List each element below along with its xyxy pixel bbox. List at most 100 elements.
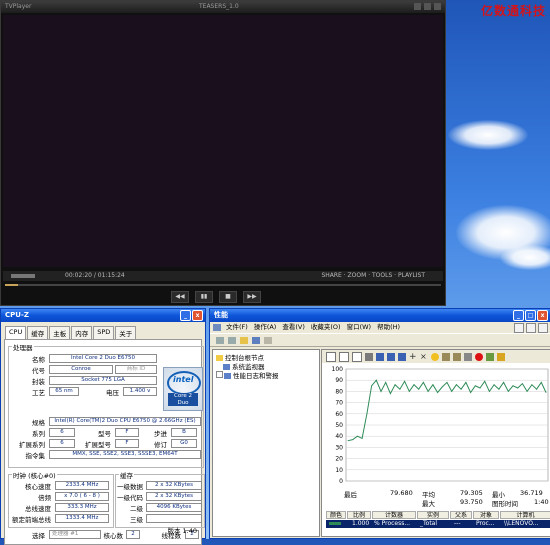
legend-computer: \\LENOVO... bbox=[504, 520, 539, 527]
cpuz-titlebar[interactable]: CPU-Z _ x bbox=[1, 309, 205, 322]
view-histogram-icon[interactable] bbox=[387, 352, 395, 361]
new-counter-set-icon[interactable] bbox=[326, 351, 336, 362]
player-window-controls bbox=[414, 3, 441, 10]
minimize-button[interactable] bbox=[414, 3, 421, 10]
close-button[interactable]: x bbox=[192, 310, 203, 321]
legend-object: Proc... bbox=[476, 520, 495, 527]
view-log-data-icon[interactable] bbox=[365, 352, 373, 361]
data-point bbox=[371, 385, 372, 387]
data-point bbox=[423, 382, 424, 383]
view-report-icon[interactable] bbox=[398, 352, 406, 361]
back-icon[interactable] bbox=[216, 336, 224, 344]
tab-spd[interactable]: SPD bbox=[93, 326, 115, 339]
data-point bbox=[456, 384, 457, 386]
maximize-button[interactable]: □ bbox=[525, 310, 536, 321]
data-point bbox=[536, 388, 537, 390]
help-icon[interactable] bbox=[497, 352, 505, 361]
menu-file[interactable]: 文件(F) bbox=[226, 322, 248, 333]
cache-group-label: 缓存 bbox=[119, 470, 134, 480]
volume-slider[interactable] bbox=[11, 274, 35, 278]
cpuz-window: CPU-Z _ x CPU 缓存 主板 内存 SPD 关于 处理器 名称 Int… bbox=[0, 308, 206, 545]
model-label: 型号 bbox=[98, 430, 111, 438]
copy-properties-icon[interactable] bbox=[442, 352, 450, 361]
legend-row[interactable]: 1.000 % Process... _Total --- Proc... \\… bbox=[326, 520, 550, 528]
freeze-display-icon[interactable] bbox=[475, 352, 483, 361]
data-point bbox=[526, 391, 528, 392]
child-minimize-button[interactable] bbox=[514, 323, 524, 333]
up-icon[interactable] bbox=[240, 336, 248, 344]
clear-display-icon[interactable] bbox=[339, 351, 349, 362]
tab-cpu[interactable]: CPU bbox=[5, 326, 27, 339]
delete-counter-icon[interactable]: × bbox=[420, 352, 428, 361]
legend-header-color[interactable]: 颜色 bbox=[326, 511, 346, 519]
app-menu-icon[interactable] bbox=[213, 324, 221, 331]
tab-memory[interactable]: 内存 bbox=[71, 326, 93, 339]
ext-family-value: 6 bbox=[49, 439, 75, 448]
video-area[interactable] bbox=[3, 15, 443, 267]
next-icon[interactable]: ▶▶ bbox=[243, 291, 261, 303]
legend-header-object[interactable]: 对象 bbox=[473, 511, 499, 519]
paste-counter-list-icon[interactable] bbox=[453, 352, 461, 361]
player-menu-links[interactable]: SHARE · ZOOM · TOOLS · PLAYLIST bbox=[321, 271, 425, 281]
l2-label: 二级 bbox=[130, 505, 143, 513]
spec-value: Intel(R) Core(TM)2 Duo CPU E6750 @ 2.66G… bbox=[49, 417, 201, 426]
desktop-cloud bbox=[448, 120, 528, 150]
minimize-button[interactable]: _ bbox=[180, 310, 191, 321]
tree-perf-logs[interactable]: 性能日志和警报 bbox=[216, 370, 279, 380]
spec-label: 规格 bbox=[32, 419, 45, 427]
y-tick-label: 40 bbox=[335, 433, 343, 440]
forward-icon[interactable] bbox=[228, 336, 236, 344]
view-current-activity-icon[interactable] bbox=[352, 351, 362, 362]
properties-icon[interactable] bbox=[264, 336, 272, 344]
y-tick-label: 50 bbox=[335, 422, 343, 429]
legend-header-scale[interactable]: 比例 bbox=[347, 511, 371, 519]
update-data-icon[interactable] bbox=[486, 352, 494, 361]
menu-action[interactable]: 操作(A) bbox=[254, 322, 277, 333]
previous-icon[interactable]: ◀◀ bbox=[171, 291, 189, 303]
legend-header-computer[interactable]: 计算机 bbox=[500, 511, 550, 519]
codename-label: 代号 bbox=[32, 367, 45, 375]
perf-titlebar[interactable]: 性能 _ □ x bbox=[210, 309, 550, 322]
data-point bbox=[446, 382, 448, 383]
menu-window[interactable]: 窗口(W) bbox=[347, 322, 372, 333]
highlight-icon[interactable] bbox=[431, 352, 439, 361]
menu-help[interactable]: 帮助(H) bbox=[377, 322, 400, 333]
data-point bbox=[460, 388, 462, 390]
child-restore-button[interactable] bbox=[526, 323, 536, 333]
expand-icon[interactable] bbox=[216, 371, 223, 378]
data-point bbox=[380, 391, 382, 392]
legend-header-counter[interactable]: 计数器 bbox=[372, 511, 416, 519]
stop-icon[interactable]: ■ bbox=[219, 291, 237, 303]
view-graph-icon[interactable] bbox=[376, 352, 384, 361]
seek-bar[interactable] bbox=[5, 284, 441, 286]
cpu-tab-panel: 处理器 名称 Intel Core 2 Duo E6750 代号 Conroe … bbox=[4, 339, 205, 545]
processor-select[interactable]: 处理器 #1 bbox=[49, 530, 101, 539]
tab-cache[interactable]: 缓存 bbox=[27, 326, 49, 339]
stepping-value: B bbox=[171, 428, 197, 437]
child-close-button[interactable] bbox=[538, 323, 548, 333]
revision-value: G0 bbox=[171, 439, 197, 448]
codename-value: Conroe bbox=[49, 365, 113, 374]
maximum-value: 93.750 bbox=[460, 498, 483, 506]
menu-favorites[interactable]: 收藏夹(O) bbox=[311, 322, 341, 333]
player-titlebar[interactable]: TVPlayer TEASERS_1.0 bbox=[1, 1, 445, 13]
show-tree-icon[interactable] bbox=[252, 336, 260, 344]
tab-about[interactable]: 关于 bbox=[115, 326, 137, 339]
menu-view[interactable]: 查看(V) bbox=[282, 322, 305, 333]
data-point bbox=[470, 392, 471, 393]
pause-icon[interactable]: ▮▮ bbox=[195, 291, 213, 303]
tab-mainboard[interactable]: 主板 bbox=[49, 326, 71, 339]
close-button[interactable]: x bbox=[537, 310, 548, 321]
minimize-button[interactable]: _ bbox=[513, 310, 524, 321]
clocks-group-label: 时钟 (核心#0) bbox=[12, 470, 57, 480]
bus-speed-label: 总线速度 bbox=[25, 505, 51, 513]
legend-header-parent[interactable]: 父系 bbox=[450, 511, 472, 519]
close-button[interactable] bbox=[434, 3, 441, 10]
maximize-button[interactable] bbox=[424, 3, 431, 10]
player-app-name: TVPlayer bbox=[5, 3, 32, 10]
properties-icon[interactable] bbox=[464, 352, 472, 361]
legend-color-swatch bbox=[329, 522, 341, 525]
legend-header-instance[interactable]: 实例 bbox=[417, 511, 449, 519]
voltage-value: 1.400 v bbox=[123, 387, 157, 396]
add-counter-icon[interactable]: + bbox=[409, 352, 417, 361]
